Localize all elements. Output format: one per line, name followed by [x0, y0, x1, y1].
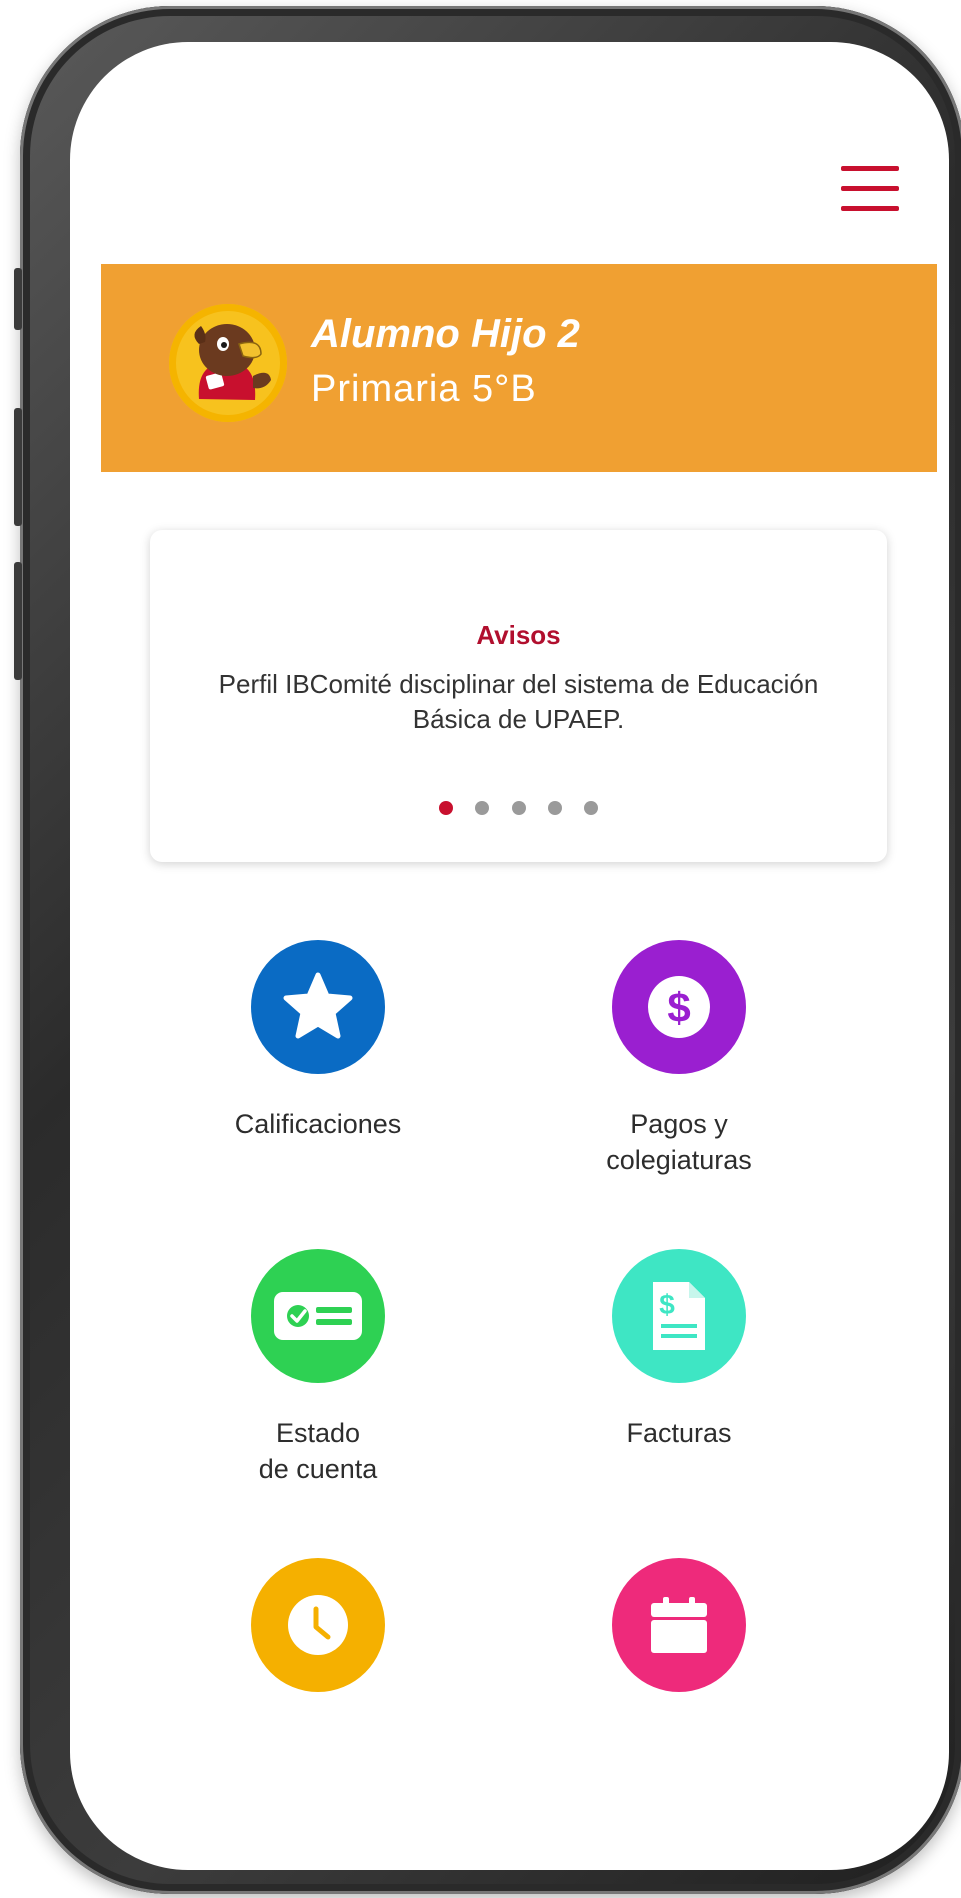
id-card-icon	[274, 1292, 362, 1340]
carousel-dot-3[interactable]	[511, 801, 526, 815]
carousel-pagination	[150, 801, 887, 820]
student-avatar[interactable]	[169, 304, 287, 422]
app-screen: Alumno Hijo 2 Primaria 5°B Avisos Perfil…	[70, 42, 949, 1870]
account-circle	[251, 1249, 385, 1383]
calendar-circle	[612, 1558, 746, 1692]
invoices-circle: $	[612, 1249, 746, 1383]
phone-frame: Alumno Hijo 2 Primaria 5°B Avisos Perfil…	[14, 6, 961, 1894]
menu-payments[interactable]: $ Pagos y colegiaturas	[549, 940, 809, 1178]
menu-label: Calificaciones	[234, 1109, 402, 1139]
menu-invoices[interactable]: $ Facturas	[549, 1249, 809, 1451]
student-header: Alumno Hijo 2 Primaria 5°B	[101, 264, 937, 472]
calendar-icon	[651, 1597, 707, 1653]
notices-title: Avisos	[476, 620, 561, 650]
student-grade: Primaria 5°B	[311, 368, 537, 410]
menu-label: Pagos y colegiaturas	[606, 1109, 752, 1175]
menu-account-statement[interactable]: Estado de cuenta	[188, 1249, 448, 1487]
notice-text: Perfil IBComité disciplinar del sistema …	[218, 669, 819, 734]
svg-text:$: $	[659, 1289, 675, 1320]
dollar-icon: $	[648, 976, 710, 1038]
clock-icon	[288, 1595, 348, 1655]
eagle-mascot-icon	[194, 324, 271, 400]
svg-text:$: $	[667, 984, 690, 1031]
side-button-volume-up	[14, 408, 22, 526]
notices-carousel[interactable]: Avisos Perfil IBComité disciplinar del s…	[150, 530, 887, 862]
star-icon	[283, 972, 353, 1039]
carousel-dot-5[interactable]	[584, 801, 599, 815]
menu-calendar[interactable]	[549, 1558, 809, 1724]
menu-schedule[interactable]	[188, 1558, 448, 1724]
side-button-silent	[14, 268, 22, 330]
hamburger-menu-icon[interactable]	[841, 166, 899, 216]
carousel-dot-4[interactable]	[547, 801, 562, 815]
menu-label: Facturas	[626, 1418, 732, 1448]
carousel-dot-1[interactable]	[438, 801, 453, 815]
schedule-circle	[251, 1558, 385, 1692]
menu-grades[interactable]: Calificaciones	[188, 940, 448, 1142]
invoice-icon: $	[653, 1282, 705, 1350]
menu-label: Estado de cuenta	[258, 1418, 378, 1484]
carousel-dot-2[interactable]	[475, 801, 490, 815]
grades-circle	[251, 940, 385, 1074]
side-button-volume-down	[14, 562, 22, 680]
student-name: Alumno Hijo 2	[311, 312, 580, 356]
payments-circle: $	[612, 940, 746, 1074]
